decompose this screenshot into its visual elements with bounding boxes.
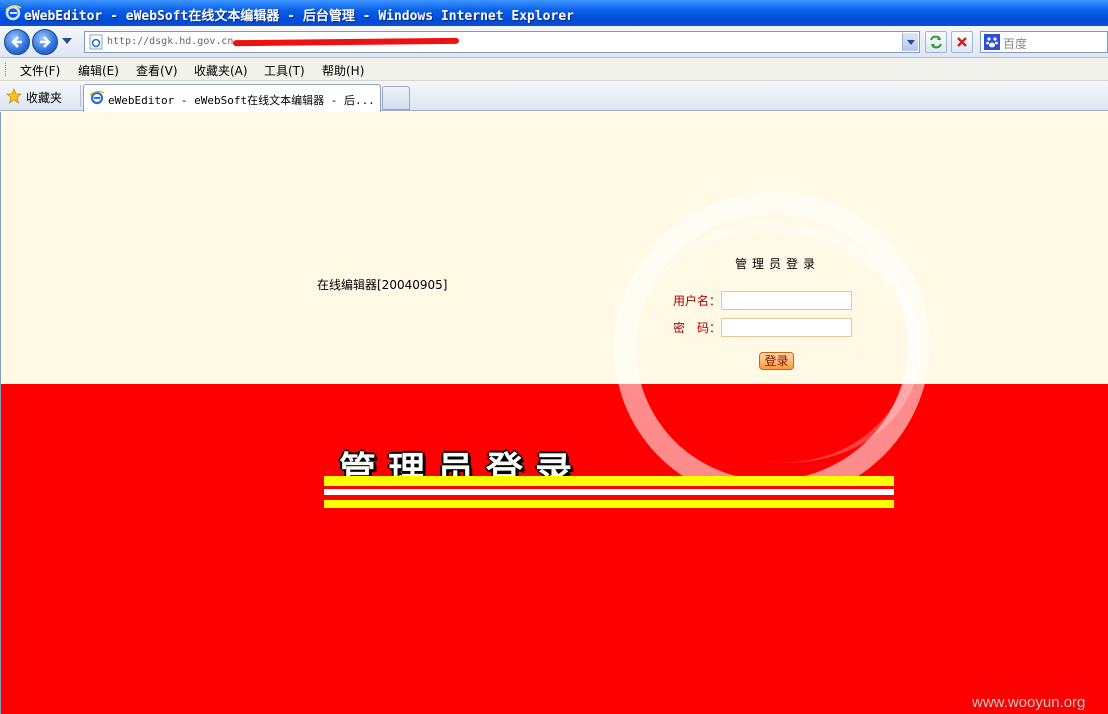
banner-stripe (324, 476, 894, 486)
ie-icon (5, 5, 22, 21)
login-title: 管理员登录 (735, 257, 821, 271)
window-title-bar[interactable]: eWebEditor - eWebSoft在线文本编辑器 - 后台管理 - Wi… (0, 0, 1108, 26)
stop-button[interactable] (951, 31, 973, 53)
search-placeholder: 百度 (1003, 37, 1028, 51)
watermark: www.wooyun.org (972, 694, 1086, 711)
bottom-panel (1, 384, 1108, 714)
toolbar-divider (80, 85, 81, 107)
menu-file[interactable]: 文件(F) (20, 62, 60, 79)
star-icon[interactable] (6, 88, 22, 104)
address-toolbar: http://dsgk.hd.gov.cn 百度 (0, 26, 1108, 58)
ie-page-icon (89, 34, 103, 50)
new-tab-button[interactable] (382, 86, 410, 110)
editor-version-text: 在线编辑器[20040905] (317, 278, 448, 292)
window-title: eWebEditor - eWebSoft在线文本编辑器 - 后台管理 - Wi… (24, 9, 574, 24)
address-dropdown-icon[interactable] (902, 33, 918, 51)
menu-tools[interactable]: 工具(T) (264, 62, 305, 79)
arrow-left-icon (11, 36, 22, 48)
ie-icon (89, 90, 105, 105)
tab-bar: 收藏夹 eWebEditor - eWebSoft在线文本编辑器 - 后... (0, 81, 1108, 112)
search-input[interactable]: 百度 (980, 31, 1108, 53)
history-dropdown-icon[interactable] (62, 38, 72, 44)
menu-view[interactable]: 查看(V) (136, 62, 178, 79)
address-url: http://dsgk.hd.gov.cn (107, 36, 234, 47)
baidu-paw-icon (984, 34, 1000, 50)
forward-button[interactable] (32, 29, 58, 55)
menu-edit[interactable]: 编辑(E) (78, 62, 119, 79)
tab-ewebeditor[interactable]: eWebEditor - eWebSoft在线文本编辑器 - 后... (83, 84, 381, 112)
tab-title: eWebEditor - eWebSoft在线文本编辑器 - 后... (108, 94, 375, 107)
refresh-icon (930, 35, 942, 49)
address-bar[interactable]: http://dsgk.hd.gov.cn (84, 31, 920, 53)
page-content: 在线编辑器[20040905] 管理员登录 用户名： 密 码： 登录 管理员登录 (0, 112, 1108, 714)
refresh-button[interactable] (925, 31, 947, 53)
login-button[interactable]: 登录 (759, 352, 794, 370)
menu-bar: 文件(F) 编辑(E) 查看(V) 收藏夹(A) 工具(T) 帮助(H) (0, 58, 1108, 81)
back-button[interactable] (4, 29, 30, 55)
favorites-button[interactable]: 收藏夹 (26, 89, 62, 106)
banner-stripe (324, 500, 894, 508)
toolbar-grip[interactable] (5, 63, 7, 76)
arrow-right-icon (40, 36, 51, 48)
url-redaction-mark (232, 37, 460, 47)
password-input[interactable] (721, 318, 852, 337)
menu-favorites[interactable]: 收藏夹(A) (194, 62, 248, 79)
password-label: 密 码： (673, 321, 722, 335)
username-input[interactable] (721, 291, 852, 310)
close-icon (957, 37, 967, 47)
menu-help[interactable]: 帮助(H) (322, 62, 364, 79)
username-label: 用户名： (673, 294, 722, 308)
top-panel (1, 112, 1108, 384)
